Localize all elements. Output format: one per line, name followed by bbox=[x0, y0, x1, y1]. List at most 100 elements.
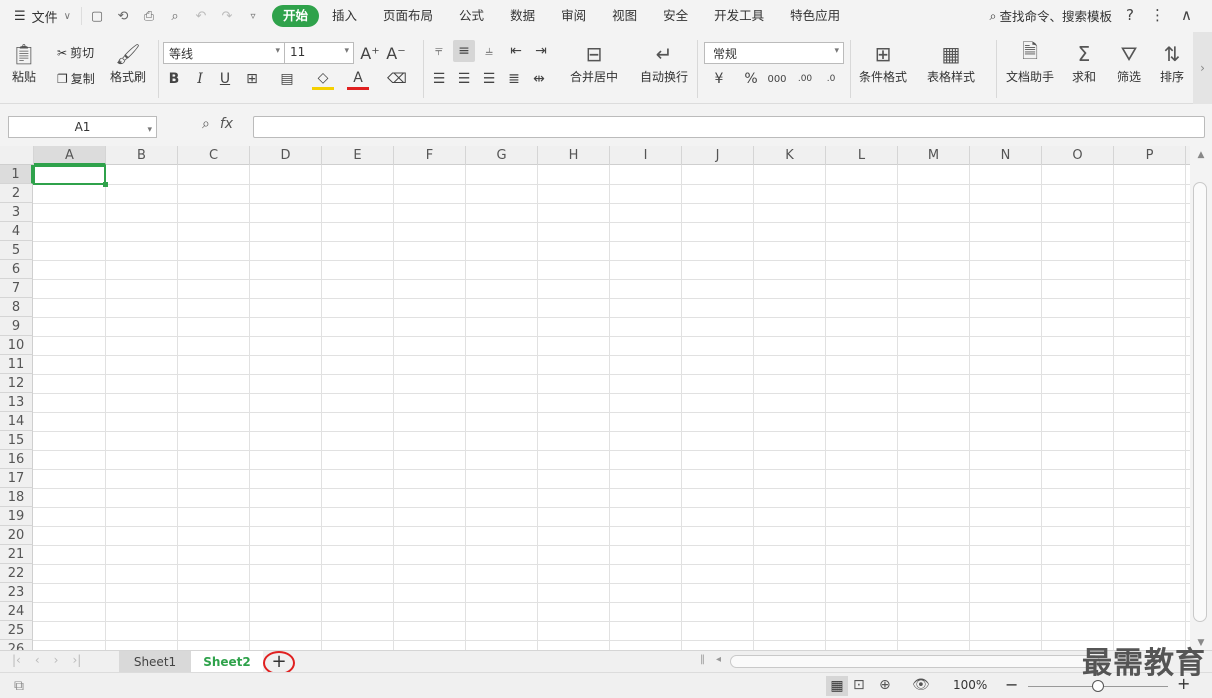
border-icon[interactable]: ⊞ bbox=[241, 68, 263, 90]
sheet-tab-sheet1[interactable]: Sheet1 bbox=[119, 651, 191, 673]
column-header[interactable]: J bbox=[682, 146, 754, 165]
percent-icon[interactable]: % bbox=[740, 68, 762, 90]
increase-indent-icon[interactable]: ⇥ bbox=[530, 40, 552, 62]
row-header[interactable]: 21 bbox=[0, 545, 33, 564]
row-header[interactable]: 26 bbox=[0, 640, 33, 650]
justify-icon[interactable]: ≣ bbox=[503, 68, 525, 90]
row-header[interactable]: 1 bbox=[0, 165, 33, 184]
column-header[interactable]: A bbox=[34, 146, 106, 165]
row-header[interactable]: 19 bbox=[0, 507, 33, 526]
underline-icon[interactable]: U bbox=[214, 68, 236, 90]
row-header[interactable]: 17 bbox=[0, 469, 33, 488]
wrap-text-button[interactable]: ↵ 自动换行 bbox=[640, 40, 688, 85]
fill-pattern-icon[interactable]: ▤ bbox=[276, 68, 298, 90]
row-header[interactable]: 11 bbox=[0, 355, 33, 374]
sheet-tab-sheet2[interactable]: Sheet2 bbox=[191, 651, 263, 673]
vertical-scroll-thumb[interactable] bbox=[1193, 182, 1207, 622]
column-header[interactable]: N bbox=[970, 146, 1042, 165]
paste-button[interactable]: 📋︎ 粘贴 bbox=[10, 40, 38, 85]
tab-developer[interactable]: 开发工具 bbox=[701, 5, 777, 27]
row-header[interactable]: 2 bbox=[0, 184, 33, 203]
clear-format-icon[interactable]: ⌫ bbox=[386, 68, 408, 90]
doc-helper-button[interactable]: 🗎︎ 文档助手 bbox=[1006, 39, 1054, 85]
tab-review[interactable]: 审阅 bbox=[548, 5, 599, 27]
column-header[interactable]: F bbox=[394, 146, 466, 165]
row-header[interactable]: 5 bbox=[0, 241, 33, 260]
more-icon[interactable]: ⋮ bbox=[1150, 6, 1165, 24]
row-header[interactable]: 20 bbox=[0, 526, 33, 545]
page-layout-view-icon[interactable]: ⊕ bbox=[879, 677, 891, 693]
column-header[interactable]: P bbox=[1114, 146, 1186, 165]
row-header[interactable]: 10 bbox=[0, 336, 33, 355]
merge-center-button[interactable]: ⊟ 合并居中 bbox=[570, 40, 618, 85]
zoom-out-icon[interactable]: − bbox=[1005, 675, 1018, 694]
save-icon[interactable]: ▢ bbox=[88, 7, 106, 25]
tab-data[interactable]: 数据 bbox=[497, 5, 548, 27]
row-header[interactable]: 18 bbox=[0, 488, 33, 507]
column-header[interactable]: O bbox=[1042, 146, 1114, 165]
file-menu[interactable]: ☰ 文件 ∨ bbox=[0, 0, 81, 32]
row-header[interactable]: 6 bbox=[0, 260, 33, 279]
row-header[interactable]: 22 bbox=[0, 564, 33, 583]
increase-decimal-icon[interactable]: .00 bbox=[794, 68, 816, 90]
row-header[interactable]: 13 bbox=[0, 393, 33, 412]
help-icon[interactable]: ? bbox=[1126, 6, 1134, 24]
zoom-level[interactable]: 100% bbox=[953, 678, 987, 692]
increase-font-icon[interactable]: A⁺ bbox=[359, 42, 381, 64]
sum-button[interactable]: Σ 求和 bbox=[1070, 40, 1098, 85]
last-sheet-icon[interactable]: ›| bbox=[72, 653, 81, 667]
print-preview-icon[interactable]: ⌕ bbox=[166, 7, 184, 25]
tab-formulas[interactable]: 公式 bbox=[446, 5, 497, 27]
column-header[interactable]: H bbox=[538, 146, 610, 165]
thousands-icon[interactable]: 000 bbox=[766, 68, 788, 90]
sort-button[interactable]: ⇅ 排序 bbox=[1158, 40, 1186, 85]
prev-sheet-icon[interactable]: ‹ bbox=[35, 653, 40, 667]
macro-record-icon[interactable]: ⧉ bbox=[14, 678, 24, 694]
align-center-icon[interactable]: ☰ bbox=[453, 68, 475, 90]
font-color-icon[interactable]: A bbox=[347, 68, 369, 90]
active-cell-a1[interactable] bbox=[33, 165, 108, 187]
tab-insert[interactable]: 插入 bbox=[319, 5, 370, 27]
font-name-select[interactable]: 等线 bbox=[163, 42, 285, 64]
print-icon[interactable]: ⎙ bbox=[140, 7, 158, 25]
customize-icon[interactable]: ▿ bbox=[244, 7, 262, 25]
align-left-icon[interactable]: ☰ bbox=[428, 68, 450, 90]
fill-color-icon[interactable]: ◇ bbox=[312, 68, 334, 90]
row-header[interactable]: 23 bbox=[0, 583, 33, 602]
decrease-decimal-icon[interactable]: .0 bbox=[820, 68, 842, 90]
output-pdf-icon[interactable]: ⟲ bbox=[114, 7, 132, 25]
tab-view[interactable]: 视图 bbox=[599, 5, 650, 27]
format-painter-button[interactable]: 🖌︎ 格式刷 bbox=[110, 40, 146, 85]
decrease-indent-icon[interactable]: ⇤ bbox=[505, 40, 527, 62]
tab-features[interactable]: 特色应用 bbox=[777, 5, 853, 27]
scroll-up-icon[interactable]: ▲ bbox=[1190, 146, 1212, 160]
row-header[interactable]: 16 bbox=[0, 450, 33, 469]
number-format-select[interactable]: 常规 bbox=[704, 42, 844, 64]
undo-icon[interactable]: ↶ bbox=[192, 7, 210, 25]
align-middle-icon[interactable]: ≡ bbox=[453, 40, 475, 62]
horizontal-scroll-thumb[interactable] bbox=[730, 655, 1100, 668]
spreadsheet-grid[interactable]: ABCDEFGHIJKLMNOP 1 2 3 4 5 6 7 8 9 10 11 12 13 14 15 16… bbox=[0, 146, 1190, 650]
bold-icon[interactable]: B bbox=[163, 68, 185, 90]
align-top-icon[interactable]: ⫧ bbox=[428, 40, 450, 62]
tab-home[interactable]: 开始 bbox=[272, 5, 320, 27]
next-sheet-icon[interactable]: › bbox=[54, 653, 59, 667]
column-header[interactable]: D bbox=[250, 146, 322, 165]
column-header[interactable]: I bbox=[610, 146, 682, 165]
name-box[interactable]: A1 bbox=[8, 116, 157, 140]
row-header[interactable]: 4 bbox=[0, 222, 33, 241]
row-header[interactable]: 8 bbox=[0, 298, 33, 317]
italic-icon[interactable]: I bbox=[189, 68, 211, 90]
row-header[interactable]: 7 bbox=[0, 279, 33, 298]
align-bottom-icon[interactable]: ⫨ bbox=[478, 40, 500, 62]
row-header[interactable]: 25 bbox=[0, 621, 33, 640]
select-all-corner[interactable] bbox=[0, 146, 34, 165]
command-search[interactable]: ⌕ 查找命令、搜索模板 bbox=[989, 6, 1112, 25]
column-header[interactable]: E bbox=[322, 146, 394, 165]
insert-function-icon[interactable]: fx bbox=[220, 116, 233, 132]
row-header[interactable]: 9 bbox=[0, 317, 33, 336]
align-right-icon[interactable]: ☰ bbox=[478, 68, 500, 90]
row-header[interactable]: 12 bbox=[0, 374, 33, 393]
normal-view-icon[interactable]: ▦ bbox=[826, 676, 848, 696]
row-header[interactable]: 3 bbox=[0, 203, 33, 222]
